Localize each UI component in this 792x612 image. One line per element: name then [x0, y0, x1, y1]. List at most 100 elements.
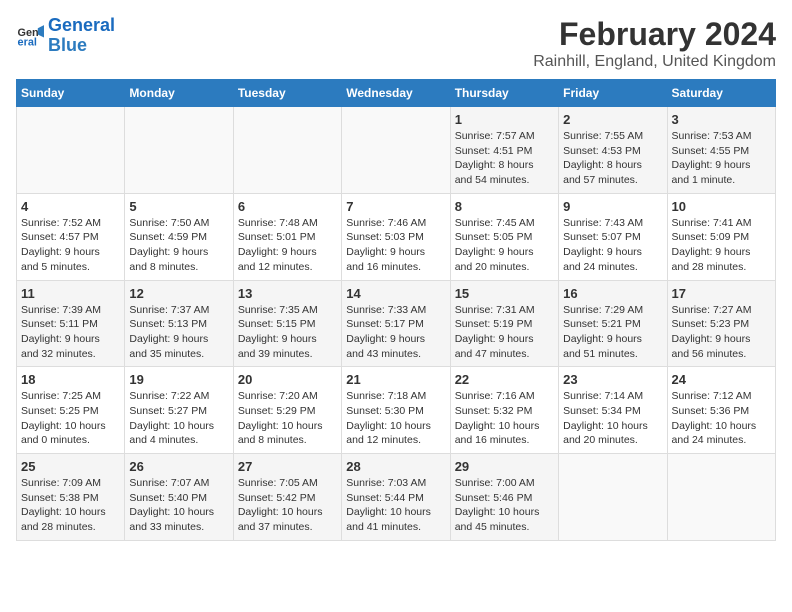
day-number: 7: [346, 199, 445, 214]
calendar-cell: 2 Sunrise: 7:55 AMSunset: 4:53 PMDaylight…: [559, 107, 667, 194]
day-number: 5: [129, 199, 228, 214]
calendar-cell: 14 Sunrise: 7:33 AMSunset: 5:17 PMDayligh…: [342, 280, 450, 367]
logo-icon: Gen eral: [16, 22, 44, 50]
header-saturday: Saturday: [667, 80, 775, 107]
day-number: 17: [672, 286, 771, 301]
calendar-cell: 27Sunrise: 7:05 AMSunset: 5:42 PMDayligh…: [233, 454, 341, 541]
logo: Gen eral General Blue: [16, 16, 115, 56]
day-number: 20: [238, 372, 337, 387]
day-number: 22: [455, 372, 554, 387]
day-info: Sunrise: 7:41 AMSunset: 5:09 PMDaylight:…: [672, 216, 771, 275]
day-number: 21: [346, 372, 445, 387]
calendar-week-row: 4 Sunrise: 7:52 AMSunset: 4:57 PMDaylight…: [17, 193, 776, 280]
day-info: Sunrise: 7:20 AMSunset: 5:29 PMDaylight:…: [238, 389, 337, 448]
page-header: Gen eral General Blue February 2024 Rain…: [16, 16, 776, 71]
calendar-cell: 20 Sunrise: 7:20 AMSunset: 5:29 PMDayligh…: [233, 367, 341, 454]
day-number: 16: [563, 286, 662, 301]
day-number: 13: [238, 286, 337, 301]
day-info: Sunrise: 7:27 AMSunset: 5:23 PMDaylight:…: [672, 303, 771, 362]
day-info: Sunrise: 7:12 AMSunset: 5:36 PMDaylight:…: [672, 389, 771, 448]
calendar-week-row: 25 Sunrise: 7:09 AMSunset: 5:38 PMDayligh…: [17, 454, 776, 541]
day-info: Sunrise: 7:18 AMSunset: 5:30 PMDaylight:…: [346, 389, 445, 448]
day-number: 3: [672, 112, 771, 127]
header-thursday: Thursday: [450, 80, 558, 107]
day-number: 2: [563, 112, 662, 127]
calendar-cell: 9 Sunrise: 7:43 AMSunset: 5:07 PMDaylight…: [559, 193, 667, 280]
day-info: Sunrise: 7:57 AMSunset: 4:51 PMDaylight:…: [455, 129, 554, 188]
calendar-cell: 21 Sunrise: 7:18 AMSunset: 5:30 PMDayligh…: [342, 367, 450, 454]
day-number: 24: [672, 372, 771, 387]
header-sunday: Sunday: [17, 80, 125, 107]
day-info: Sunrise: 7:48 AMSunset: 5:01 PMDaylight:…: [238, 216, 337, 275]
calendar-cell: [125, 107, 233, 194]
header-tuesday: Tuesday: [233, 80, 341, 107]
day-number: 8: [455, 199, 554, 214]
day-number: 4: [21, 199, 120, 214]
day-info: Sunrise: 7:22 AMSunset: 5:27 PMDaylight:…: [129, 389, 228, 448]
calendar-cell: 17 Sunrise: 7:27 AMSunset: 5:23 PMDayligh…: [667, 280, 775, 367]
day-number: 19: [129, 372, 228, 387]
day-info: Sunrise: 7:29 AMSunset: 5:21 PMDaylight:…: [563, 303, 662, 362]
day-info: Sunrise: 7:39 AMSunset: 5:11 PMDaylight:…: [21, 303, 120, 362]
calendar-cell: 1 Sunrise: 7:57 AMSunset: 4:51 PMDaylight…: [450, 107, 558, 194]
calendar-cell: [17, 107, 125, 194]
day-info: Sunrise: 7:31 AMSunset: 5:19 PMDaylight:…: [455, 303, 554, 362]
day-number: 6: [238, 199, 337, 214]
calendar-cell: 11 Sunrise: 7:39 AMSunset: 5:11 PMDayligh…: [17, 280, 125, 367]
calendar-week-row: 18 Sunrise: 7:25 AMSunset: 5:25 PMDayligh…: [17, 367, 776, 454]
day-number: 25: [21, 459, 120, 474]
day-number: 27: [238, 459, 337, 474]
calendar-cell: [342, 107, 450, 194]
calendar-cell: [559, 454, 667, 541]
calendar-cell: 19 Sunrise: 7:22 AMSunset: 5:27 PMDayligh…: [125, 367, 233, 454]
day-info: Sunrise: 7:53 AMSunset: 4:55 PMDaylight:…: [672, 129, 771, 188]
calendar-cell: [233, 107, 341, 194]
calendar-cell: 6 Sunrise: 7:48 AMSunset: 5:01 PMDaylight…: [233, 193, 341, 280]
day-info: Sunrise: 7:16 AMSunset: 5:32 PMDaylight:…: [455, 389, 554, 448]
day-info: Sunrise: 7:37 AMSunset: 5:13 PMDaylight:…: [129, 303, 228, 362]
day-number: 1: [455, 112, 554, 127]
calendar-cell: 13 Sunrise: 7:35 AMSunset: 5:15 PMDayligh…: [233, 280, 341, 367]
calendar-cell: 8 Sunrise: 7:45 AMSunset: 5:05 PMDaylight…: [450, 193, 558, 280]
calendar-cell: [667, 454, 775, 541]
day-info: Sunrise: 7:52 AMSunset: 4:57 PMDaylight:…: [21, 216, 120, 275]
title-block: February 2024 Rainhill, England, United …: [533, 16, 776, 71]
calendar-cell: 3 Sunrise: 7:53 AMSunset: 4:55 PMDaylight…: [667, 107, 775, 194]
calendar-cell: 16 Sunrise: 7:29 AMSunset: 5:21 PMDayligh…: [559, 280, 667, 367]
day-number: 14: [346, 286, 445, 301]
calendar-cell: 4 Sunrise: 7:52 AMSunset: 4:57 PMDaylight…: [17, 193, 125, 280]
day-info: Sunrise: 7:45 AMSunset: 5:05 PMDaylight:…: [455, 216, 554, 275]
header-friday: Friday: [559, 80, 667, 107]
day-number: 15: [455, 286, 554, 301]
day-info: Sunrise: 7:33 AMSunset: 5:17 PMDaylight:…: [346, 303, 445, 362]
calendar-cell: 26 Sunrise: 7:07 AMSunset: 5:40 PMDayligh…: [125, 454, 233, 541]
day-number: 11: [21, 286, 120, 301]
calendar-table: SundayMondayTuesdayWednesdayThursdayFrid…: [16, 79, 776, 541]
day-info: Sunrise: 7:46 AMSunset: 5:03 PMDaylight:…: [346, 216, 445, 275]
day-number: 9: [563, 199, 662, 214]
calendar-cell: 18 Sunrise: 7:25 AMSunset: 5:25 PMDayligh…: [17, 367, 125, 454]
day-number: 29: [455, 459, 554, 474]
calendar-cell: 12 Sunrise: 7:37 AMSunset: 5:13 PMDayligh…: [125, 280, 233, 367]
day-number: 23: [563, 372, 662, 387]
day-number: 18: [21, 372, 120, 387]
day-info: Sunrise: 7:43 AMSunset: 5:07 PMDaylight:…: [563, 216, 662, 275]
day-info: Sunrise: 7:55 AMSunset: 4:53 PMDaylight:…: [563, 129, 662, 188]
day-info: Sunrise: 7:07 AMSunset: 5:40 PMDaylight:…: [129, 476, 228, 535]
day-info: Sunrise: 7:25 AMSunset: 5:25 PMDaylight:…: [21, 389, 120, 448]
page-title: February 2024: [533, 16, 776, 53]
calendar-cell: 25 Sunrise: 7:09 AMSunset: 5:38 PMDayligh…: [17, 454, 125, 541]
day-info: Sunrise: 7:09 AMSunset: 5:38 PMDaylight:…: [21, 476, 120, 535]
day-info: Sunrise: 7:35 AMSunset: 5:15 PMDaylight:…: [238, 303, 337, 362]
calendar-cell: 7 Sunrise: 7:46 AMSunset: 5:03 PMDaylight…: [342, 193, 450, 280]
calendar-cell: 24 Sunrise: 7:12 AMSunset: 5:36 PMDayligh…: [667, 367, 775, 454]
calendar-cell: 29Sunrise: 7:00 AMSunset: 5:46 PMDayligh…: [450, 454, 558, 541]
day-info: Sunrise: 7:14 AMSunset: 5:34 PMDaylight:…: [563, 389, 662, 448]
calendar-cell: 28Sunrise: 7:03 AMSunset: 5:44 PMDayligh…: [342, 454, 450, 541]
logo-text: General Blue: [48, 16, 115, 56]
day-number: 26: [129, 459, 228, 474]
day-number: 12: [129, 286, 228, 301]
calendar-cell: 5Sunrise: 7:50 AMSunset: 4:59 PMDaylight…: [125, 193, 233, 280]
calendar-header-row: SundayMondayTuesdayWednesdayThursdayFrid…: [17, 80, 776, 107]
calendar-week-row: 11 Sunrise: 7:39 AMSunset: 5:11 PMDayligh…: [17, 280, 776, 367]
